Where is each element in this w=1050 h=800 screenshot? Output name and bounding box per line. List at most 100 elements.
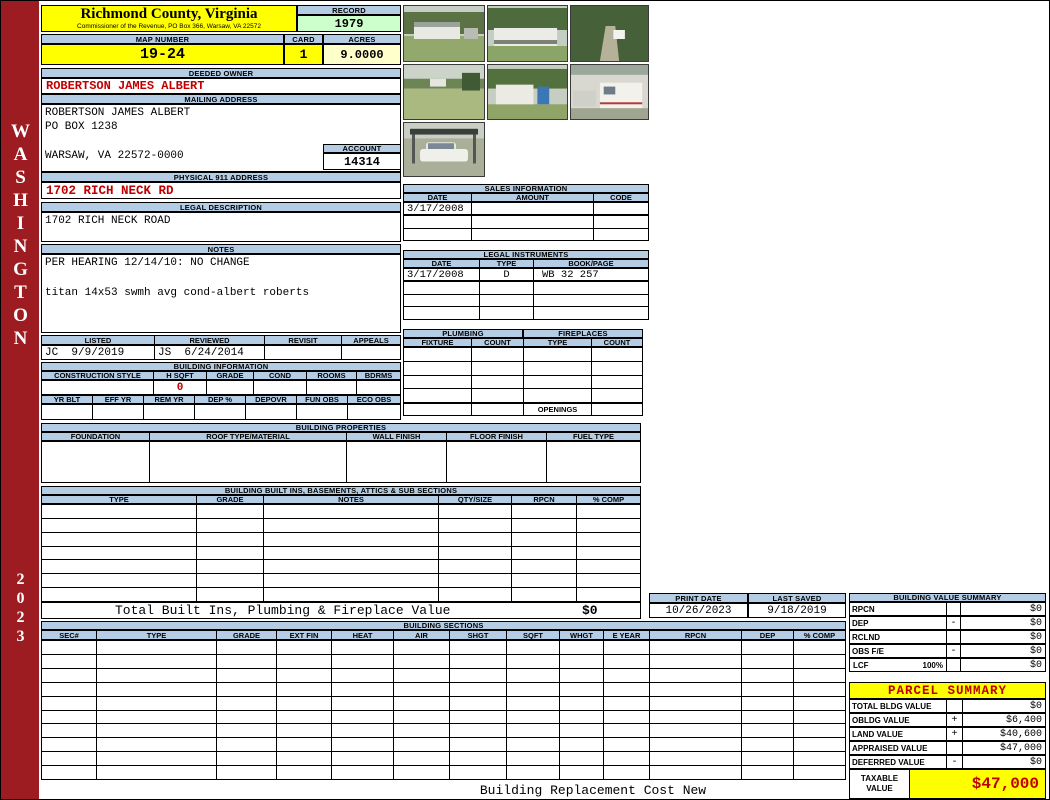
table-cell bbox=[348, 405, 400, 419]
property-photo-2[interactable] bbox=[487, 5, 568, 62]
property-photo-7[interactable] bbox=[403, 122, 485, 177]
table-cell bbox=[42, 766, 97, 779]
table-cell bbox=[450, 655, 507, 668]
table-cell bbox=[450, 641, 507, 654]
table-cell bbox=[507, 655, 560, 668]
sale-date: 3/17/2008 bbox=[404, 203, 472, 214]
table-cell bbox=[42, 738, 97, 751]
property-photo-1[interactable] bbox=[403, 5, 485, 62]
table-cell bbox=[594, 216, 648, 228]
table-cell bbox=[42, 519, 197, 532]
building-information-header-row-2: YR BLT EFF YR REM YR DEP % DEPOVR FUN OB… bbox=[41, 395, 401, 404]
field-view-image bbox=[404, 65, 484, 119]
table-row bbox=[41, 655, 846, 669]
table-cell bbox=[332, 669, 394, 682]
table-row bbox=[403, 389, 643, 403]
table-cell bbox=[794, 724, 845, 737]
table-cell bbox=[650, 738, 742, 751]
deeded-owner-value: ROBERTSON JAMES ALBERT bbox=[41, 78, 401, 94]
rooms-value bbox=[307, 381, 357, 394]
property-photo-5[interactable] bbox=[487, 64, 568, 120]
table-cell bbox=[560, 683, 604, 696]
bvs-value: $0 bbox=[961, 603, 1045, 615]
table-cell bbox=[534, 295, 648, 307]
whgt-header: WHGT bbox=[560, 631, 604, 639]
table-cell bbox=[217, 724, 277, 737]
appeals-column-header: APPEALS bbox=[342, 336, 400, 344]
qty-size-header: QTY/SIZE bbox=[439, 496, 512, 503]
eff-yr-header: EFF YR bbox=[93, 396, 144, 403]
property-photo-6[interactable] bbox=[570, 64, 649, 120]
table-cell bbox=[480, 295, 534, 307]
table-cell bbox=[404, 282, 480, 294]
table-cell bbox=[794, 752, 845, 765]
table-row bbox=[403, 295, 649, 308]
table-row bbox=[41, 641, 846, 655]
type-header: TYPE bbox=[480, 260, 534, 267]
sec-header: SEC# bbox=[42, 631, 97, 639]
table-cell bbox=[742, 641, 794, 654]
table-cell bbox=[150, 442, 347, 482]
table-cell bbox=[560, 711, 604, 724]
table-cell bbox=[604, 655, 650, 668]
white-van-image bbox=[571, 65, 648, 119]
table-cell bbox=[394, 641, 450, 654]
ps-op bbox=[947, 742, 963, 754]
table-row bbox=[41, 766, 846, 780]
dep-header: DEP bbox=[742, 631, 794, 639]
ps-label: OBLDG VALUE bbox=[850, 714, 947, 726]
table-cell bbox=[472, 229, 594, 241]
last-saved-value: 9/18/2019 bbox=[748, 603, 846, 618]
property-photo-3[interactable] bbox=[570, 5, 649, 62]
parcel-summary-title: PARCEL SUMMARY bbox=[849, 682, 1046, 699]
fireplaces-title: FIREPLACES bbox=[523, 329, 643, 338]
table-cell bbox=[297, 405, 348, 419]
ps-row-land: LAND VALUE + $40,600 bbox=[849, 727, 1046, 741]
table-cell bbox=[97, 752, 217, 765]
print-date-value: 10/26/2023 bbox=[649, 603, 748, 618]
plumbing-fireplaces-header-row: FIXTURE COUNT TYPE COUNT bbox=[403, 338, 643, 347]
ps-value: $6,400 bbox=[963, 714, 1045, 726]
table-cell bbox=[439, 533, 512, 546]
table-cell bbox=[577, 519, 640, 532]
table-cell bbox=[42, 655, 97, 668]
grade-header: GRADE bbox=[217, 631, 277, 639]
table-row bbox=[41, 574, 641, 588]
mailing-line-1: ROBERTSON JAMES ALBERT bbox=[45, 107, 190, 119]
bvs-row-dep: DEP - $0 bbox=[849, 616, 1046, 630]
ps-value: $40,600 bbox=[963, 728, 1045, 740]
building-properties-title: BUILDING PROPERTIES bbox=[41, 423, 641, 432]
table-cell bbox=[512, 533, 577, 546]
table-cell bbox=[404, 216, 472, 228]
bvs-op bbox=[947, 659, 961, 671]
notes-line-2: titan 14x53 swmh avg cond-albert roberts bbox=[45, 287, 309, 299]
book-page-header: BOOK/PAGE bbox=[534, 260, 648, 267]
foundation-header: FOUNDATION bbox=[42, 433, 150, 440]
table-cell bbox=[507, 683, 560, 696]
ps-op: + bbox=[947, 714, 963, 726]
table-cell bbox=[650, 697, 742, 710]
table-row bbox=[41, 547, 641, 561]
property-photo-4[interactable] bbox=[403, 64, 485, 120]
table-cell bbox=[524, 376, 592, 389]
table-cell bbox=[217, 683, 277, 696]
ps-label: APPRAISED VALUE bbox=[850, 742, 947, 754]
instrument-date: 3/17/2008 bbox=[404, 269, 480, 280]
table-cell bbox=[404, 307, 480, 319]
table-cell bbox=[97, 669, 217, 682]
ps-row-total-bldg: TOTAL BLDG VALUE $0 bbox=[849, 699, 1046, 713]
table-cell bbox=[439, 547, 512, 560]
table-cell bbox=[439, 574, 512, 587]
table-cell bbox=[332, 752, 394, 765]
table-cell bbox=[577, 505, 640, 518]
table-cell bbox=[507, 738, 560, 751]
building-sections-header-row: SEC# TYPE GRADE EXT FIN HEAT AIR SHGT SQ… bbox=[41, 630, 846, 640]
mobile-home-close-image bbox=[488, 6, 567, 61]
table-cell bbox=[794, 697, 845, 710]
bvs-label: RCLND bbox=[850, 631, 947, 643]
bvs-label: RPCN bbox=[850, 603, 947, 615]
county-header-box: Richmond County, Virginia Commissioner o… bbox=[41, 5, 297, 32]
table-cell bbox=[560, 669, 604, 682]
bvs-op: - bbox=[947, 645, 961, 657]
built-ins-total-row: Total Built Ins, Plumbing & Fireplace Va… bbox=[41, 602, 641, 619]
